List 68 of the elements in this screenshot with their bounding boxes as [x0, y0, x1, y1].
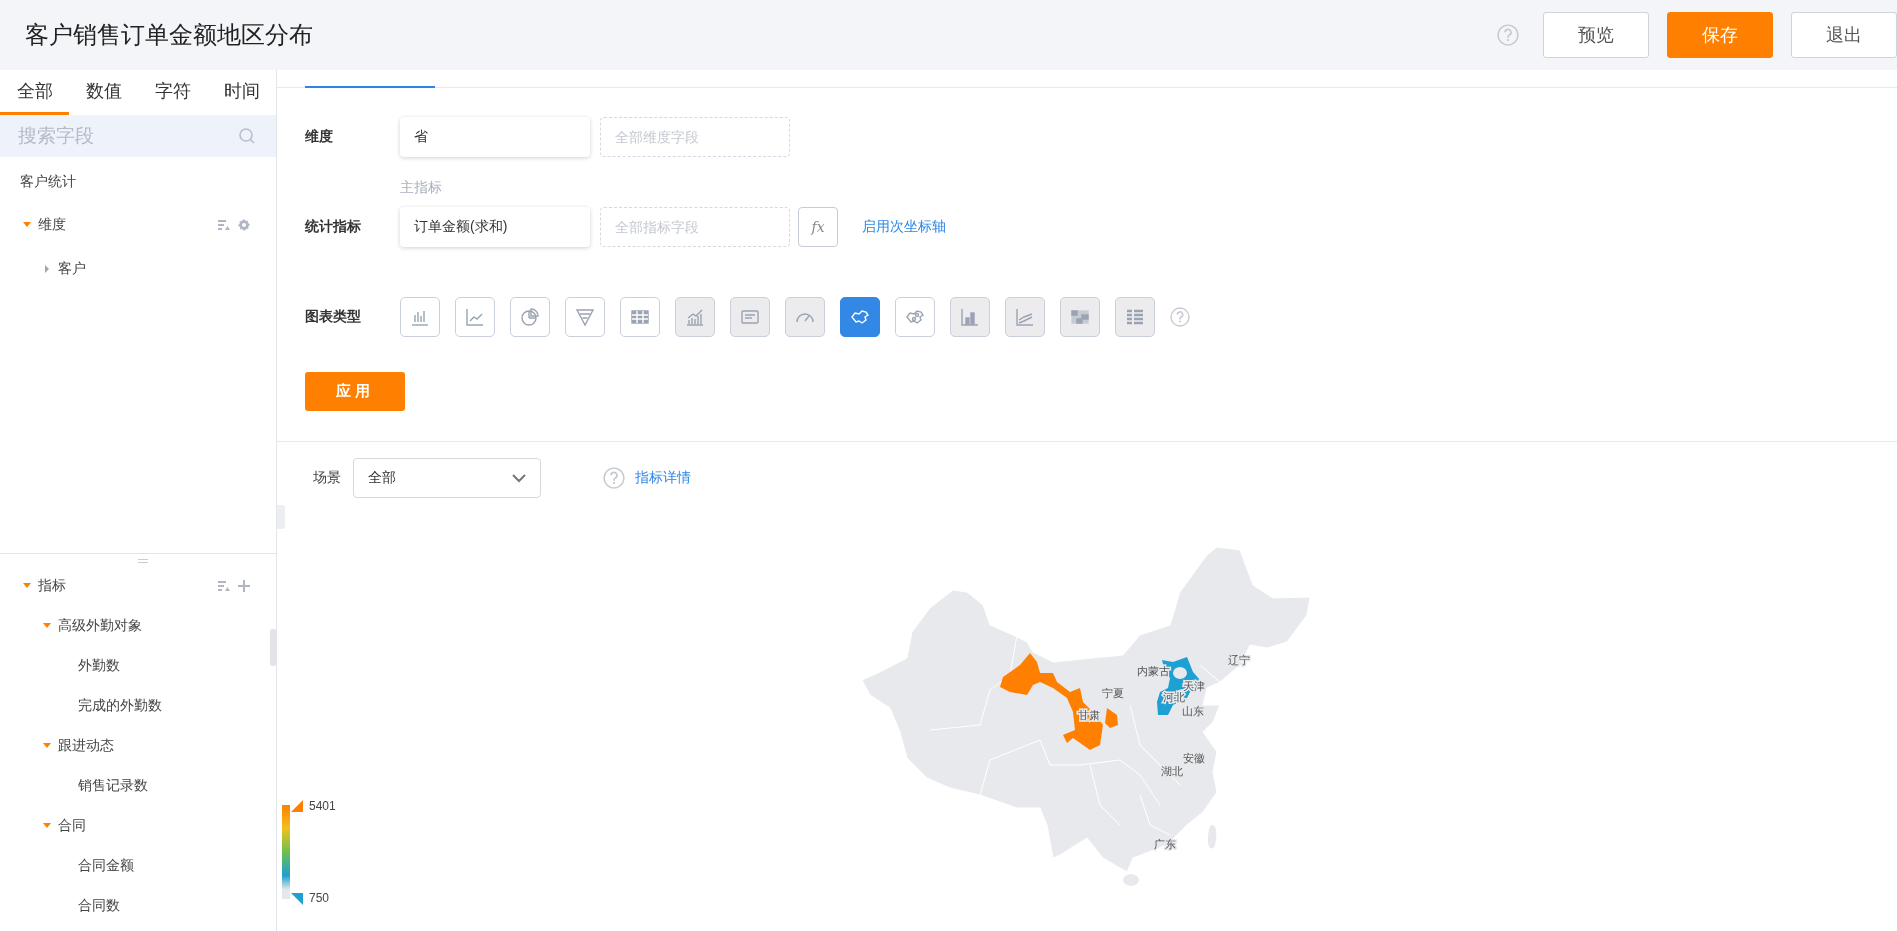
chart-type-button[interactable] [895, 297, 935, 337]
data-source-title: 客户统计 [19, 172, 77, 191]
tree-item[interactable]: 完成的外勤数 [78, 697, 162, 715]
sort-icon[interactable] [218, 580, 230, 592]
field-label: 维度 [305, 128, 334, 146]
sort-icon[interactable] [218, 219, 230, 231]
tree-item[interactable]: 跟进动态 [58, 737, 114, 755]
chevron-down-icon [512, 473, 526, 483]
legend-max-handle[interactable] [290, 799, 303, 812]
help-icon[interactable] [1170, 307, 1190, 327]
add-icon[interactable] [238, 580, 250, 592]
collapse-handle[interactable] [277, 505, 285, 529]
search-icon[interactable] [238, 127, 256, 145]
tree-item[interactable]: 外勤数 [78, 657, 120, 675]
selected-field-chip[interactable]: 省 [400, 117, 590, 157]
chart-type-button[interactable] [565, 297, 605, 337]
pie-chart-icon [519, 306, 541, 328]
multiline-chart-icon [1014, 306, 1036, 328]
field-type-tab[interactable]: 数值 [69, 70, 138, 115]
header-button[interactable]: 预览 [1543, 12, 1649, 58]
tree-item[interactable]: 合同金额 [78, 857, 134, 875]
province-label: 山东 [1182, 705, 1204, 718]
province-label: 广东 [1154, 838, 1176, 851]
funnel-chart-icon [574, 306, 596, 328]
header-button[interactable]: 退出 [1791, 12, 1897, 58]
province-label: 安徽 [1183, 752, 1205, 765]
chart-type-button[interactable] [455, 297, 495, 337]
field-type-tab[interactable]: 字符 [138, 70, 207, 115]
chart-type-button[interactable] [840, 297, 880, 337]
section-caption: 主指标 [400, 179, 443, 197]
province-label: 宁夏 [1102, 687, 1124, 700]
tree-item[interactable]: 合同 [58, 817, 86, 835]
scene-label: 场景 [313, 469, 341, 487]
field-type-tab[interactable]: 时间 [207, 70, 276, 115]
legend-min-value: 750 [309, 891, 331, 905]
tree-item[interactable]: 指标 [38, 577, 66, 595]
line-chart-icon [464, 306, 486, 328]
chart-type-button[interactable] [620, 297, 660, 337]
chart-type-button[interactable] [400, 297, 440, 337]
legend-min-handle[interactable] [290, 892, 303, 905]
tree-item[interactable]: 客户 [58, 260, 86, 278]
help-icon[interactable] [1497, 24, 1519, 46]
metric-details-link[interactable]: 指标详情 [635, 469, 691, 487]
secondary-axis-link[interactable]: 启用次坐标轴 [862, 218, 946, 236]
province-label: 河北 [1163, 691, 1185, 704]
province-label: 辽宁 [1228, 654, 1250, 667]
tree-item[interactable]: 合同数 [78, 897, 120, 915]
column-chart-icon [959, 306, 981, 328]
scene-dropdown[interactable]: 全部 [353, 458, 541, 498]
selected-field-chip[interactable]: 订单金额(求和) [400, 207, 590, 247]
field-label: 图表类型 [305, 308, 362, 326]
collapse-caret-icon[interactable] [42, 264, 52, 274]
search-field[interactable]: 搜索字段 [0, 115, 276, 157]
settings-icon[interactable] [238, 219, 250, 231]
drop-field[interactable]: 全部维度字段 [600, 117, 790, 157]
province-label: 湖北 [1161, 765, 1183, 778]
resize-handle[interactable] [138, 559, 148, 563]
page-title: 客户销售订单金额地区分布 [25, 20, 313, 50]
chart-type-button[interactable] [510, 297, 550, 337]
scrollbar-thumb[interactable] [270, 629, 276, 666]
drop-field[interactable]: 全部指标字段 [600, 207, 790, 247]
legend-max-value: 5401 [309, 799, 336, 813]
field-label: 统计指标 [305, 218, 362, 236]
tree-item[interactable]: 高级外勤对象 [58, 617, 142, 635]
tree-item[interactable]: 销售记录数 [78, 777, 148, 795]
help-icon[interactable] [603, 467, 625, 489]
formula-button[interactable]: fx [798, 207, 838, 247]
tree-item[interactable]: 维度 [38, 216, 66, 234]
